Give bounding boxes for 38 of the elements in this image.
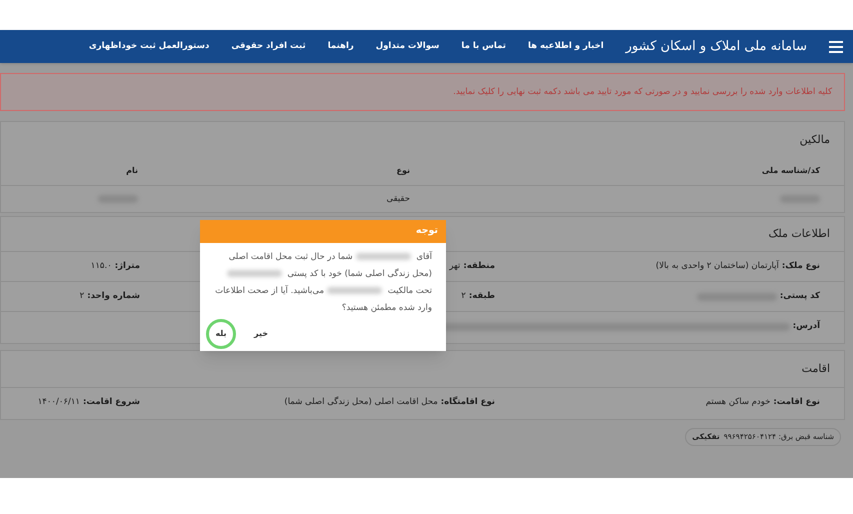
- field-label: نوع ملک:: [782, 260, 820, 273]
- dialog-button[interactable]: بله: [206, 319, 236, 349]
- field-label: متراژ:: [114, 260, 140, 273]
- alert-text: کلیه اطلاعات وارد شده را بررسی نمایید و در صورتی که مورد تایید می باشد دکمه ثبت نهایی را کلیک نمایید.: [453, 86, 832, 98]
- column-header: نام: [125, 165, 138, 178]
- column-header: کد/شناسه ملی: [760, 165, 820, 178]
- nav-link[interactable]: سوالات متداول: [376, 40, 440, 53]
- field-label: منطقه:: [463, 260, 495, 273]
- field-value: خودم ساکن هستم: [706, 396, 770, 409]
- field-value: محل اقامت اصلی (محل زندگی اصلی شما): [284, 396, 438, 409]
- nav-link[interactable]: دستورالعمل ثبت خوداظهاری: [88, 40, 210, 53]
- field-value: ۲: [461, 290, 466, 303]
- dialog-button[interactable]: خیر: [250, 324, 272, 344]
- site-title: سامانه ملی املاک و اسکان کشور: [626, 38, 807, 56]
- field-label: شروع اقامت:: [82, 396, 140, 409]
- field-label: طبقه:: [468, 290, 495, 303]
- column-header: نوع: [396, 165, 410, 178]
- nav-link[interactable]: راهنما: [328, 40, 354, 53]
- field-value: تهر: [449, 260, 460, 273]
- nav-link[interactable]: اخبار و اطلاعیه ها: [528, 40, 604, 53]
- nav-link[interactable]: ثبت افراد حقوقی: [231, 40, 306, 53]
- field-label: نوع اقامتگاه:: [440, 396, 495, 409]
- section-title: مالکین: [800, 132, 830, 148]
- dialog-title: توجه: [416, 224, 438, 238]
- field-label: آدرس:: [792, 320, 820, 333]
- dialog-message: آقای شما در حال ثبت محل اقامت اصلی (محل زندگی اصلی شما) خود با کد پستی تحت مالکیت می‌باشید. آیا از صحت اطلاعات وارد شده مطمئن هستید؟: [214, 250, 434, 315]
- field-value: آپارتمان (ساختمان ۲ واحدی به بالا): [656, 260, 779, 273]
- field-label: کد پستی:: [780, 290, 820, 303]
- nav-link[interactable]: تماس با ما: [461, 40, 506, 53]
- field-value: ۲: [80, 290, 84, 303]
- section-title: اطلاعات ملک: [768, 226, 830, 242]
- field-value: ۱۱۵.۰: [90, 260, 112, 273]
- table-cell-text: حقیقی: [385, 192, 410, 206]
- field-label: نوع اقامت:: [773, 396, 820, 409]
- field-value: ۱۴۰۰/۰۶/۱۱: [38, 396, 80, 409]
- section-title: اقامت: [802, 360, 830, 377]
- field-label: شماره واحد:: [87, 290, 140, 303]
- menu-icon[interactable]: [829, 40, 843, 52]
